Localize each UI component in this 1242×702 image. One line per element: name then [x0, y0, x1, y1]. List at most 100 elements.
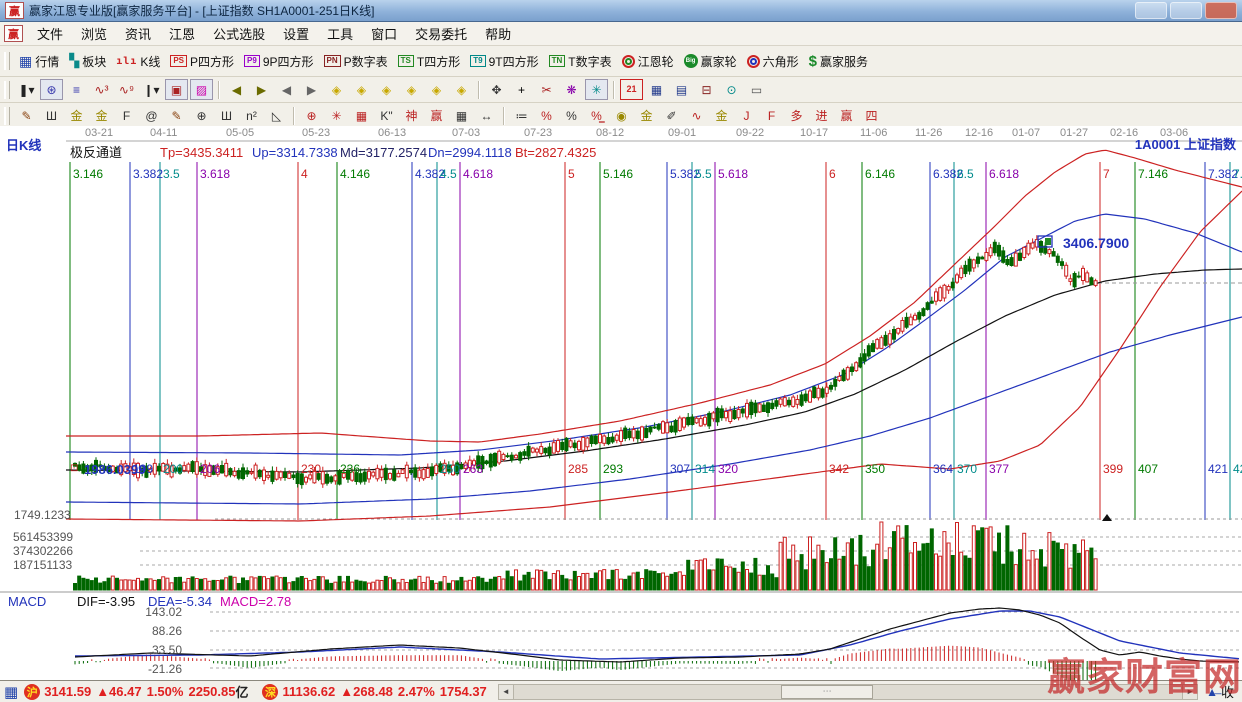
menu-5[interactable]: 设置 — [274, 22, 318, 45]
toolbar-t-number-table[interactable]: TNT数字表 — [544, 51, 617, 72]
last-page-button[interactable]: ▶ — [250, 79, 273, 100]
toolbar-p9-square[interactable]: P99P四方形 — [239, 51, 318, 72]
shen-tool-button[interactable]: 神 — [400, 105, 423, 126]
hand-tool-button[interactable]: ✥ — [485, 79, 508, 100]
menu-0[interactable]: 文件 — [28, 22, 72, 45]
grid-123-button[interactable]: ▦ — [450, 105, 473, 126]
scroll-left-button[interactable]: ◄ — [498, 684, 514, 700]
enter-line-button[interactable]: 进 — [810, 105, 833, 126]
calculator-button[interactable]: ▦ — [645, 79, 668, 100]
multi-line-button[interactable]: 多 — [785, 105, 808, 126]
scrollbar-thumb[interactable]: ⋯ — [781, 685, 873, 699]
toolbar-winner-wheel[interactable]: Big赢家轮 — [679, 51, 742, 72]
brush-tool-button[interactable]: ✐ — [660, 105, 683, 126]
gold-comb-2-button[interactable]: 金 — [90, 105, 113, 126]
shanghai-icon[interactable]: 沪 — [24, 684, 40, 700]
crosshair-tool-button[interactable]: + — [510, 79, 533, 100]
toolbar-gann-wheel[interactable]: 江恩轮 — [617, 51, 679, 72]
gold-box-button[interactable]: 金 — [710, 105, 733, 126]
save-button[interactable]: ⊟ — [695, 79, 718, 100]
next-page-button[interactable]: ▶ — [300, 79, 323, 100]
gann-day-8: 263 — [463, 463, 483, 475]
cut-tool-button[interactable]: ✂ — [535, 79, 558, 100]
toolbar-p-square[interactable]: PSP四方形 — [165, 51, 239, 72]
price-low-marker-icon: ⊡ — [70, 464, 78, 474]
n-square-button[interactable]: n² — [240, 105, 263, 126]
maximize-button[interactable] — [1170, 2, 1202, 19]
span-tool-button[interactable]: ↔ — [475, 105, 498, 126]
wave-9-button[interactable]: ∿⁹ — [115, 79, 138, 100]
ab-wave-button[interactable]: ∿ — [685, 105, 708, 126]
notepad-button[interactable]: ▤ — [670, 79, 693, 100]
prev-page-button[interactable]: ◀ — [275, 79, 298, 100]
toolbar-p-number-table[interactable]: PNP数字表 — [319, 51, 393, 72]
gann-diamond-left-button[interactable]: ◈ — [325, 79, 348, 100]
f-comb-button[interactable]: F — [115, 105, 138, 126]
menu-8[interactable]: 交易委托 — [406, 22, 476, 45]
print-button[interactable]: ▭ — [745, 79, 768, 100]
toolbar-t9-square[interactable]: T99T四方形 — [465, 51, 543, 72]
menu-2[interactable]: 资讯 — [116, 22, 160, 45]
toolbar-t-square[interactable]: TST四方形 — [393, 51, 466, 72]
toolbar-hexagon[interactable]: 六角形 — [742, 51, 804, 72]
gann-diamond-x-button[interactable]: ◈ — [400, 79, 423, 100]
percent-button[interactable]: % — [560, 105, 583, 126]
menu-9[interactable]: 帮助 — [476, 22, 520, 45]
time-comb-button[interactable]: Ш — [40, 105, 63, 126]
plain-comb-button[interactable]: Ш — [215, 105, 238, 126]
gold-circle-button[interactable]: ◉ — [610, 105, 633, 126]
toolbar-quotes[interactable]: ▦行情 — [14, 51, 64, 72]
j-line-button[interactable]: J — [735, 105, 758, 126]
menu-7[interactable]: 窗口 — [362, 22, 406, 45]
single-candle-dropdown-button[interactable]: ❙▾ — [140, 79, 163, 100]
pencil-badge-button[interactable]: ✎ — [165, 105, 188, 126]
angle-tool-button[interactable]: ◺ — [265, 105, 288, 126]
spiral-button[interactable]: @ — [140, 105, 163, 126]
web-tool-button[interactable]: ✳ — [325, 105, 348, 126]
smart-tool-button[interactable]: ✳ — [585, 79, 608, 100]
gann-diamond-lr-button[interactable]: ◈ — [375, 79, 398, 100]
ying-tool-button[interactable]: 赢 — [425, 105, 448, 126]
toolbar-kline[interactable]: ılıK线 — [111, 51, 165, 72]
toolbar-sectors[interactable]: ▚板块 — [64, 51, 111, 72]
k-quote-tool-button[interactable]: K" — [375, 105, 398, 126]
target-tool-button[interactable]: ⊕ — [300, 105, 323, 126]
gann-level-1: 3.382 — [133, 168, 163, 180]
minimize-button[interactable] — [1135, 2, 1167, 19]
shenzhen-icon[interactable]: 深 — [262, 684, 278, 700]
first-page-button[interactable]: ◀ — [225, 79, 248, 100]
menu-3[interactable]: 江恩 — [160, 22, 204, 45]
percent-line-button[interactable]: %͇ — [585, 105, 608, 126]
world-clock-button[interactable]: ⊙ — [720, 79, 743, 100]
gann-diamond-right-button[interactable]: ◈ — [350, 79, 373, 100]
scale-ruler-button[interactable]: ≔ — [510, 105, 533, 126]
close-button[interactable] — [1205, 2, 1237, 19]
title-bar[interactable]: 赢 赢家江恩专业版[赢家服务平台] - [上证指数 SH1A0001-251日K… — [0, 0, 1242, 22]
gold-comb-1-button[interactable]: 金 — [65, 105, 88, 126]
web-grid-tool-button[interactable]: ▦ — [350, 105, 373, 126]
draw-pencil-button[interactable]: ✎ — [15, 105, 38, 126]
menu-1[interactable]: 浏览 — [72, 22, 116, 45]
color-chart-button[interactable]: ▨ — [190, 79, 213, 100]
pattern-tool-button[interactable]: ⊛ — [40, 79, 63, 100]
p9-square-icon: P9 — [244, 55, 260, 67]
f-line-button[interactable]: F — [760, 105, 783, 126]
win-line-button[interactable]: 赢 — [835, 105, 858, 126]
quote-table-icon[interactable]: ▦ — [4, 683, 18, 701]
si-line-button[interactable]: 四 — [860, 105, 883, 126]
menu-4[interactable]: 公式选股 — [204, 22, 274, 45]
gold-line-button[interactable]: 金 — [635, 105, 658, 126]
percent-retrace-button[interactable]: % — [535, 105, 558, 126]
calendar-button[interactable]: 21 — [620, 79, 643, 100]
wave-3-button[interactable]: ∿³ — [90, 79, 113, 100]
toolbar-winner-service[interactable]: $赢家服务 — [804, 51, 873, 72]
t-number-table-label: T数字表 — [568, 53, 611, 70]
time-clock-button[interactable]: ⊕ — [190, 105, 213, 126]
frame-chart-button[interactable]: ▣ — [165, 79, 188, 100]
gann-diamond-plus-button[interactable]: ◈ — [450, 79, 473, 100]
info-panel-button[interactable]: ≡ — [65, 79, 88, 100]
knot-tool-button[interactable]: ❋ — [560, 79, 583, 100]
gann-diamond-star-button[interactable]: ◈ — [425, 79, 448, 100]
kline-style-dropdown-button[interactable]: ❚▾ — [15, 79, 38, 100]
menu-6[interactable]: 工具 — [318, 22, 362, 45]
